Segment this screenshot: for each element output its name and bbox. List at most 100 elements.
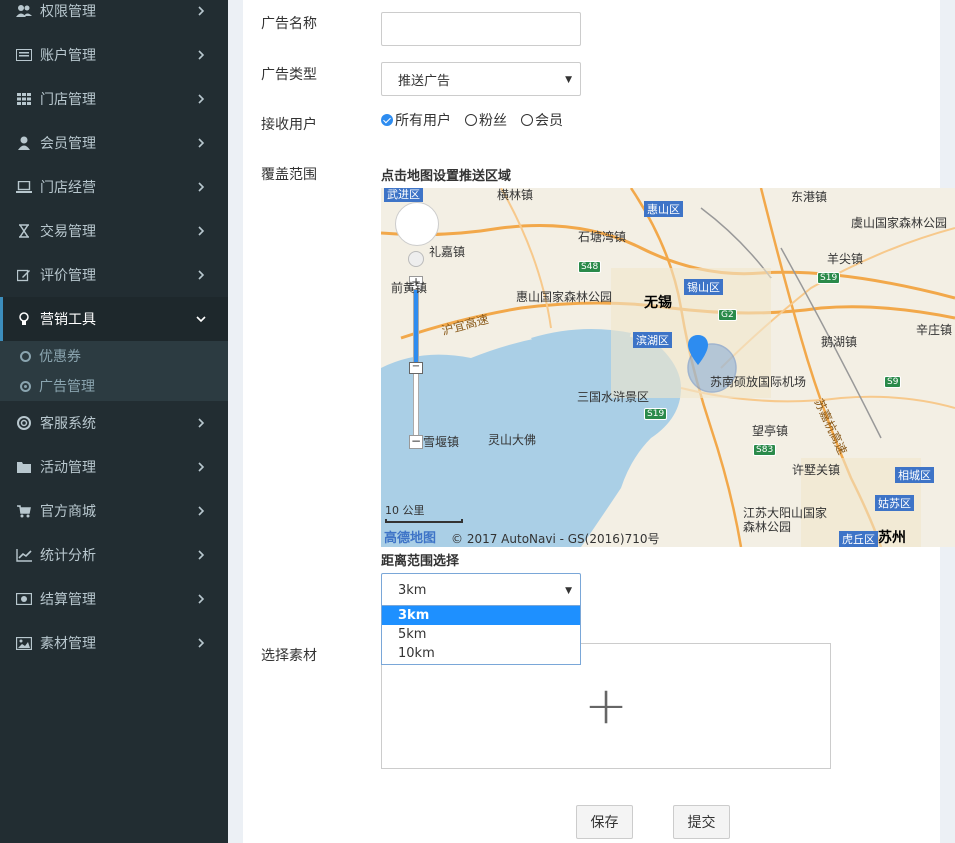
sidebar-item-label: 统计分析 [40,548,96,564]
radio-members[interactable]: 会员 [521,110,563,130]
chevron-right-icon [196,50,206,60]
grid-icon [16,91,32,107]
map-label: 武进区 [384,188,423,202]
map-label: 望亭镇 [752,424,789,438]
chevron-right-icon [196,138,206,148]
map-label: 滨湖区 [633,332,672,348]
distance-option[interactable]: 10km [382,644,580,663]
map[interactable]: + − − 武进区 横林镇 惠山区 东港镇 虞山国家森林公园 礼嘉镇 石塘湾镇 … [381,188,955,547]
sidebar-item-transactions[interactable]: 交易管理 [0,209,228,253]
map-locate-button[interactable] [408,251,424,267]
submit-button[interactable]: 提交 [673,805,730,839]
radio-label: 粉丝 [479,113,507,129]
chevron-right-icon [196,418,206,428]
zoom-out-button[interactable]: − [409,435,423,449]
sidebar-item-label: 会员管理 [40,136,96,152]
map-label: 辛庄镇 [916,323,953,337]
material-label: 选择素材 [261,648,317,664]
sidebar-item-label: 权限管理 [40,4,96,20]
sidebar-item-statistics[interactable]: 统计分析 [0,533,228,577]
ad-type-label: 广告类型 [261,67,317,83]
receiver-label: 接收用户 [261,117,317,133]
distance-dropdown-list: 3km 5km 10km [381,605,581,665]
circle-icon [20,350,31,362]
sidebar-item-customer-service[interactable]: 客服系统 [0,401,228,445]
sidebar-item-stores[interactable]: 门店管理 [0,77,228,121]
lightbulb-icon [16,311,32,327]
road-shield: S48 [578,261,602,273]
lifebuoy-icon [16,415,32,431]
map-label: 横林镇 [497,188,534,202]
users-icon [16,3,32,19]
map-label: 许墅关镇 [792,463,841,477]
map-background [381,188,955,547]
line-chart-icon [16,547,32,563]
form-panel: 广告名称 广告类型 推送广告 ▼ 接收用户 所有用户 粉丝 会员 覆盖范围 点击… [243,0,955,843]
distance-label: 距离范围选择 [381,554,460,569]
chevron-right-icon [196,94,206,104]
sidebar-item-permissions[interactable]: 权限管理 [0,0,228,33]
caret-down-icon: ▼ [565,75,572,85]
sidebar: 权限管理 账户管理 门店管理 会员管理 门店经营 交易管理 评价管理 营销工具 [0,0,228,843]
map-copyright: © 2017 AutoNavi - GS(2016)710号 [451,532,660,546]
map-label: 三国水浒景区 [577,390,650,404]
distance-select[interactable]: 3km ▼ [381,573,581,607]
sidebar-item-reviews[interactable]: 评价管理 [0,253,228,297]
radio-all-users[interactable]: 所有用户 [381,110,451,130]
zoom-slider-handle[interactable]: − [409,362,423,374]
sidebar-item-label: 活动管理 [40,460,96,476]
sidebar-item-activities[interactable]: 活动管理 [0,445,228,489]
map-label: 苏南硕放国际机场 [710,375,807,389]
sidebar-item-label: 交易管理 [40,224,96,240]
ad-name-input[interactable] [381,12,581,46]
sidebar-subitem-label: 优惠券 [39,349,81,365]
sidebar-item-label: 营销工具 [40,312,96,328]
distance-option[interactable]: 3km [382,606,580,625]
sidebar-item-label: 账户管理 [40,48,96,64]
radio-icon [521,114,533,126]
ad-type-value: 推送广告 [398,73,451,89]
map-scale-label: 10 公里 [385,504,425,517]
sidebar-subitem-coupons[interactable]: 优惠券 [0,341,228,371]
caret-down-icon: ▼ [565,586,572,596]
zoom-slider-fill [414,290,418,364]
plus-icon: + [584,676,628,736]
receiver-radio-group: 所有用户 粉丝 会员 [381,110,577,130]
sidebar-item-store-operations[interactable]: 门店经营 [0,165,228,209]
map-pan-control[interactable] [395,202,439,246]
sidebar-item-settlement[interactable]: 结算管理 [0,577,228,621]
map-label: 鹅湖镇 [821,335,858,349]
map-label: 相城区 [895,467,934,483]
sidebar-item-label: 评价管理 [40,268,96,284]
map-scale-bar [385,519,463,523]
folder-icon [16,459,32,475]
map-label: 灵山大佛 [488,433,537,447]
map-label: 礼嘉镇 [429,245,466,259]
sidebar-item-marketing[interactable]: 营销工具 [0,297,228,341]
coverage-label: 覆盖范围 [261,167,317,183]
chevron-right-icon [196,550,206,560]
chevron-right-icon [196,638,206,648]
sidebar-subitem-ads[interactable]: 广告管理 [0,371,228,401]
sidebar-item-members[interactable]: 会员管理 [0,121,228,165]
radio-label: 所有用户 [395,113,451,129]
radio-checked-icon [381,114,393,126]
sidebar-item-accounts[interactable]: 账户管理 [0,33,228,77]
radio-fans[interactable]: 粉丝 [465,110,507,130]
save-button[interactable]: 保存 [576,805,633,839]
chevron-right-icon [196,462,206,472]
sidebar-item-official-mall[interactable]: 官方商城 [0,489,228,533]
map-label: 虞山国家森林公园 [851,216,948,230]
distance-option[interactable]: 5km [382,625,580,644]
map-label: 锡山区 [684,279,723,295]
hourglass-icon [16,223,32,239]
radio-label: 会员 [535,113,563,129]
map-label: 石塘湾镇 [578,230,627,244]
map-label: 姑苏区 [875,495,914,511]
ad-type-select[interactable]: 推送广告 ▼ [381,62,581,96]
sidebar-item-label: 结算管理 [40,592,96,608]
map-label: 惠山国家森林公园 [516,290,613,304]
sidebar-item-materials[interactable]: 素材管理 [0,621,228,665]
map-label: 东港镇 [791,190,828,204]
map-label: 羊尖镇 [827,252,864,266]
